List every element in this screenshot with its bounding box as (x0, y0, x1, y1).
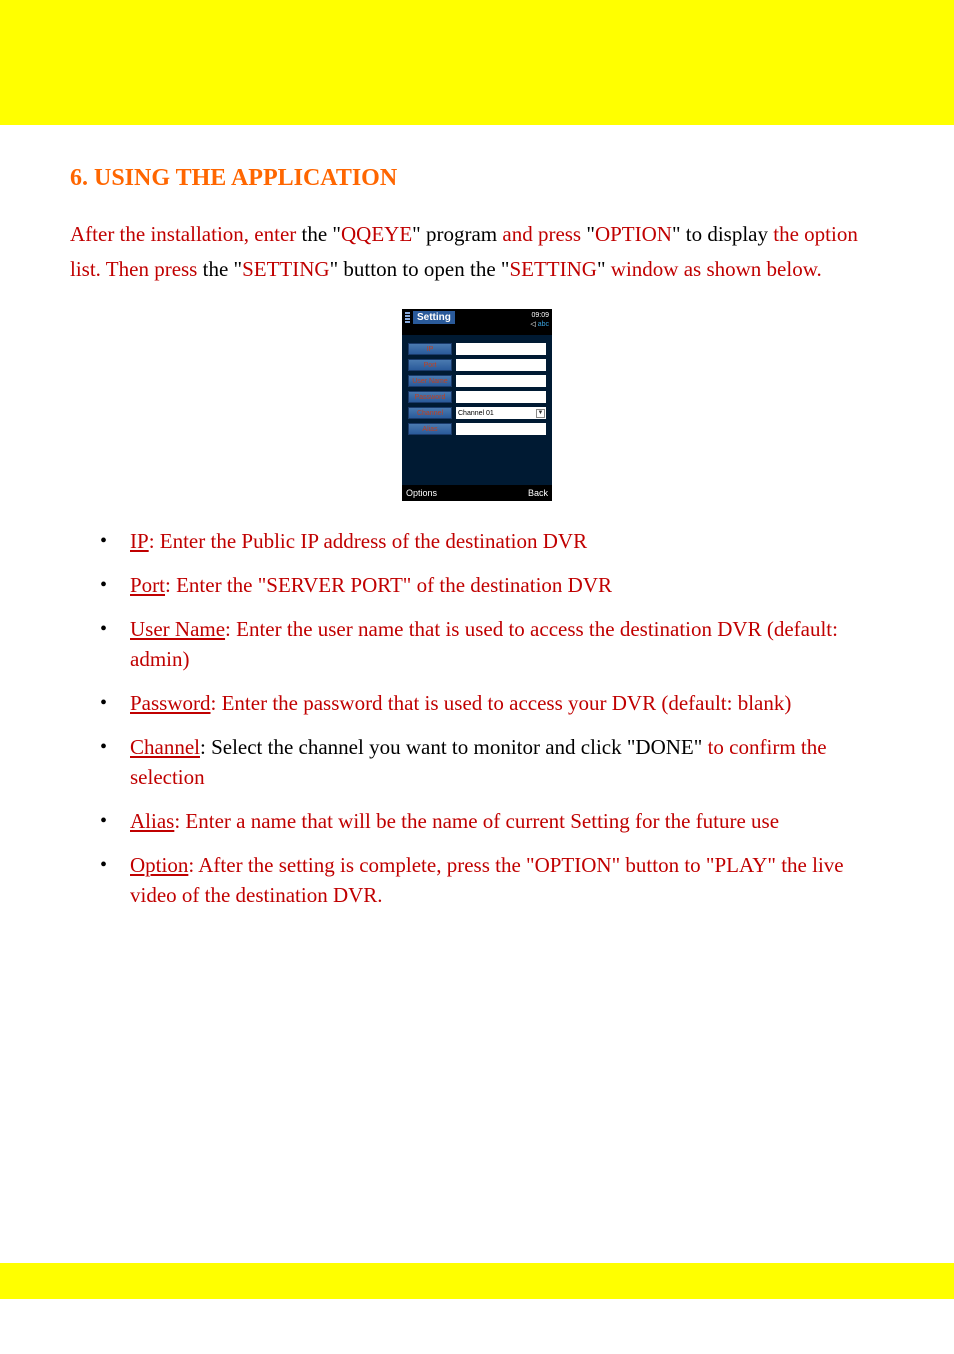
bullet-term: IP (130, 529, 149, 553)
screenshot-wrap: Setting 09:09 ◁ abc IP Port User Name (70, 309, 884, 501)
bullet-term: Option (130, 853, 188, 877)
phone-softkeys: Options Back (402, 485, 552, 501)
input-password[interactable] (456, 391, 546, 403)
section-title: 6. USING THE APPLICATION (70, 165, 884, 192)
text-run: SETTING (509, 257, 597, 281)
text-run: OPTION (595, 222, 672, 246)
bullet-term: Password (130, 691, 211, 715)
label-channel: Channel (408, 407, 452, 419)
bullet-item: Password: Enter the password that is use… (130, 688, 884, 718)
bullet-desc: : Enter a name that will be the name of … (174, 809, 779, 833)
input-ip[interactable] (456, 343, 546, 355)
text-run: the " (302, 222, 341, 246)
input-port[interactable] (456, 359, 546, 371)
phone-status-right: 09:09 ◁ abc (530, 311, 549, 329)
bullet-item: Alias: Enter a name that will be the nam… (130, 806, 884, 836)
back-softkey[interactable]: Back (528, 488, 548, 498)
signal-icon (405, 312, 410, 323)
bullet-desc: : Enter the user name that is used to ac… (130, 617, 838, 671)
bullet-term: Channel (130, 735, 200, 759)
bullet-term: User Name (130, 617, 225, 641)
text-run: SETTING (242, 257, 330, 281)
bullet-desc-black: : Select the channel you want to monitor… (200, 735, 708, 759)
text-run: and press (497, 222, 586, 246)
bullet-desc: : After the setting is complete, press t… (130, 853, 844, 907)
text-run: " (597, 257, 611, 281)
row-channel: Channel Channel 01 ▼ (408, 407, 546, 419)
channel-value: Channel 01 (458, 410, 494, 417)
select-channel[interactable]: Channel 01 ▼ (456, 407, 546, 419)
text-run: " to display (672, 222, 773, 246)
phone-form: IP Port User Name Password Channel (402, 335, 552, 485)
row-password: Password (408, 391, 546, 403)
network-icon: ◁ (530, 321, 537, 328)
row-port: Port (408, 359, 546, 371)
bullet-item: Channel: Select the channel you want to … (130, 732, 884, 792)
label-ip: IP (408, 343, 452, 355)
input-alias[interactable] (456, 423, 546, 435)
row-username: User Name (408, 375, 546, 387)
intro-paragraph: After the installation, enter the "QQEYE… (70, 217, 884, 287)
phone-status-bar: Setting 09:09 ◁ abc (402, 309, 552, 335)
bullet-desc: : Enter the password that is used to acc… (211, 691, 792, 715)
bullet-term: Port (130, 573, 165, 597)
row-ip: IP (408, 343, 546, 355)
bullet-item: Port: Enter the "SERVER PORT" of the des… (130, 570, 884, 600)
phone-time: 09:09 (530, 311, 549, 320)
text-run: the " (203, 257, 242, 281)
bullet-item: Option: After the setting is complete, p… (130, 850, 884, 910)
label-password: Password (408, 391, 452, 403)
label-alias: Alias (408, 423, 452, 435)
text-run: " (586, 222, 595, 246)
phone-title: Setting (413, 311, 455, 324)
bullet-desc: : Enter the Public IP address of the des… (149, 529, 587, 553)
input-username[interactable] (456, 375, 546, 387)
phone-screenshot: Setting 09:09 ◁ abc IP Port User Name (402, 309, 552, 501)
row-alias: Alias (408, 423, 546, 435)
input-mode: abc (538, 321, 549, 328)
bullet-list: IP: Enter the Public IP address of the d… (70, 526, 884, 910)
options-softkey[interactable]: Options (406, 488, 437, 498)
bullet-desc: : Enter the "SERVER PORT" of the destina… (165, 573, 612, 597)
bullet-item: IP: Enter the Public IP address of the d… (130, 526, 884, 556)
chevron-down-icon: ▼ (536, 409, 545, 418)
bullet-item: User Name: Enter the user name that is u… (130, 614, 884, 674)
footer-band (0, 1263, 954, 1299)
label-username: User Name (408, 375, 452, 387)
text-run: " program (412, 222, 497, 246)
label-port: Port (408, 359, 452, 371)
text-run: QQEYE (341, 222, 412, 246)
page-content: 6. USING THE APPLICATION After the insta… (0, 125, 954, 910)
bullet-term: Alias (130, 809, 174, 833)
text-run: window as shown below. (611, 257, 822, 281)
header-band (0, 0, 954, 125)
text-run: After the installation, enter (70, 222, 302, 246)
text-run: " button to open the " (330, 257, 510, 281)
